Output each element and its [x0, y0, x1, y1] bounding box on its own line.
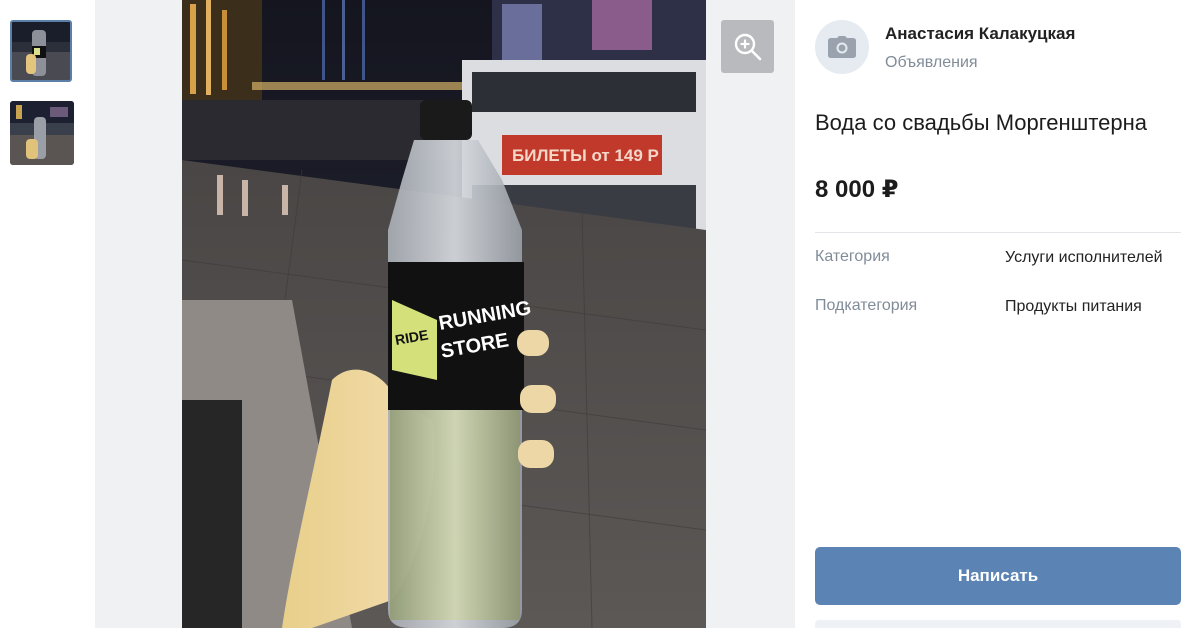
- property-value-subcategory[interactable]: Продукты питания: [1005, 297, 1180, 316]
- camera-icon: [828, 36, 856, 58]
- thumbnail-strip: [0, 0, 95, 628]
- boat-sign-text: БИЛЕТЫ от 149 Р: [512, 146, 659, 165]
- photo-viewer: БИЛЕТЫ от 149 Р RIDE RUNNING STORE: [95, 0, 795, 628]
- listing-photo[interactable]: БИЛЕТЫ от 149 Р RIDE RUNNING STORE: [182, 0, 706, 628]
- bottle-photo: БИЛЕТЫ от 149 Р RIDE RUNNING STORE: [182, 0, 706, 628]
- avatar[interactable]: [815, 20, 869, 74]
- secondary-button-edge[interactable]: [815, 620, 1181, 628]
- zoom-button[interactable]: [721, 20, 774, 73]
- write-button[interactable]: Написать: [815, 547, 1181, 605]
- property-value-category[interactable]: Услуги исполнителей: [1005, 248, 1180, 267]
- thumbnail-1[interactable]: [10, 20, 72, 82]
- zoom-in-icon: [734, 33, 761, 60]
- listing-price: 8 000 ₽: [815, 176, 899, 203]
- author-name[interactable]: Анастасия Калакуцкая: [885, 24, 1075, 44]
- divider: [815, 232, 1181, 233]
- listing-sidebar: Анастасия Калакуцкая Объявления Вода со …: [795, 0, 1200, 628]
- thumbnail-2-image: [10, 101, 74, 165]
- thumbnail-2[interactable]: [10, 101, 74, 165]
- author-subtitle[interactable]: Объявления: [885, 54, 978, 72]
- listing-title: Вода со свадьбы Моргенштерна: [815, 110, 1148, 135]
- thumbnail-1-image: [12, 22, 70, 80]
- property-label-subcategory: Подкатегория: [815, 297, 918, 314]
- property-label-category: Категория: [815, 248, 890, 265]
